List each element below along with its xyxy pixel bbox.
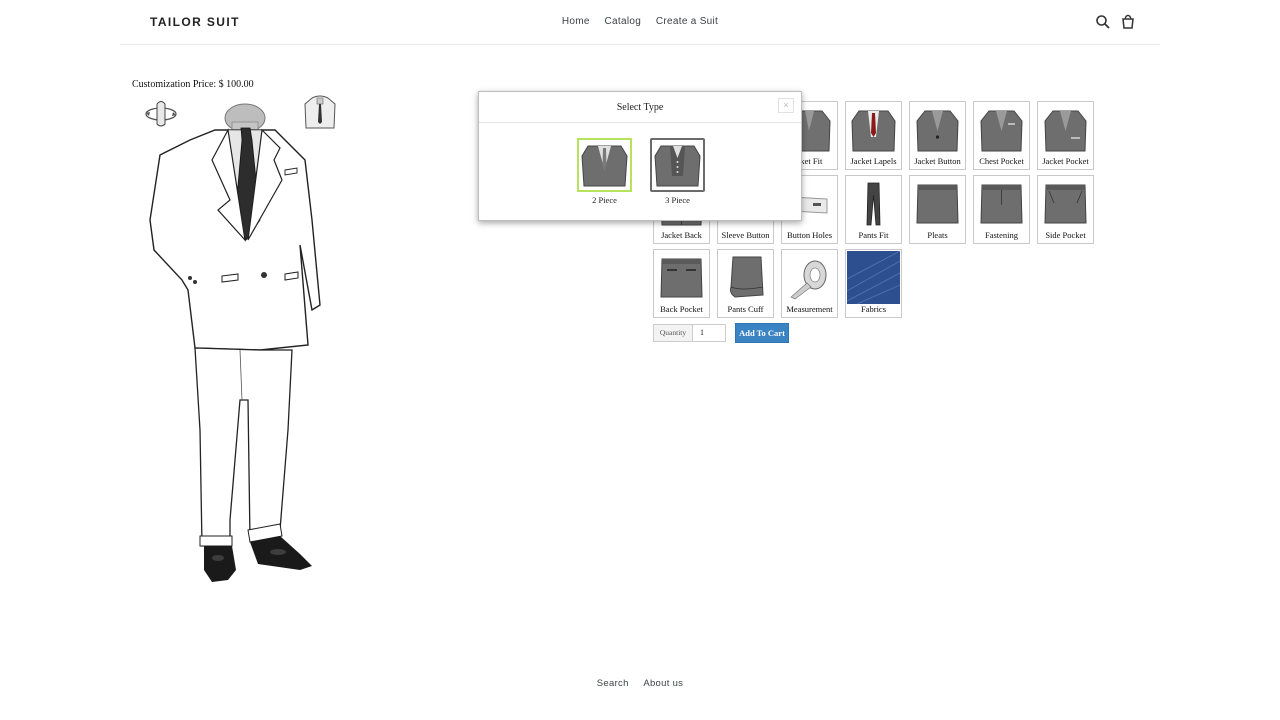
- type-label-2-piece: 2 Piece: [592, 195, 617, 205]
- quantity-input[interactable]: 1: [693, 324, 726, 342]
- option-label: Pants Cuff: [727, 304, 764, 314]
- pleats-icon: [916, 184, 959, 224]
- option-pants-fit[interactable]: Pants Fit: [845, 175, 902, 244]
- three-piece-suit-icon: [654, 145, 701, 187]
- cart-icon[interactable]: [1120, 14, 1136, 30]
- option-label: Measurement: [786, 304, 833, 314]
- pants-fit-icon: [866, 182, 881, 226]
- option-label: Fabrics: [860, 304, 887, 314]
- option-fabrics[interactable]: Fabrics: [845, 249, 902, 318]
- main-nav: Home Catalog Create a Suit: [120, 16, 1160, 27]
- option-label: Fastening: [984, 230, 1019, 240]
- option-label: Jacket Pocket: [1042, 156, 1089, 166]
- option-measurement[interactable]: Measurement: [781, 249, 838, 318]
- two-piece-suit-icon: [581, 145, 628, 187]
- jacket-lapels-icon: [851, 110, 896, 152]
- option-pants-cuff[interactable]: Pants Cuff: [717, 249, 774, 318]
- site-header: TAILOR SUIT Home Catalog Create a Suit: [120, 0, 1160, 45]
- jacket-pocket-icon: [1044, 110, 1087, 152]
- option-label: Side Pocket: [1045, 230, 1086, 240]
- add-to-cart-button[interactable]: Add To Cart: [735, 323, 789, 343]
- footer-link-search[interactable]: Search: [597, 678, 629, 689]
- option-label: Sleeve Button: [721, 230, 770, 240]
- pants-cuff-icon: [730, 256, 764, 298]
- search-icon[interactable]: [1095, 14, 1111, 30]
- side-pocket-icon: [1044, 184, 1087, 224]
- nav-home[interactable]: Home: [562, 16, 590, 27]
- type-label-3-piece: 3 Piece: [665, 195, 690, 205]
- modal-divider: [479, 122, 801, 123]
- option-fastening[interactable]: Fastening: [973, 175, 1030, 244]
- option-label: Back Pocket: [660, 304, 703, 314]
- measuring-tape-icon: [790, 260, 827, 300]
- option-label: Button Holes: [786, 230, 833, 240]
- suit-preview-figure: [149, 103, 321, 582]
- customization-price: Customization Price: $ 100.00: [132, 79, 254, 90]
- option-jacket-button[interactable]: Jacket Button: [909, 101, 966, 170]
- jacket-button-icon: [916, 110, 959, 152]
- option-label: Pleats: [927, 230, 948, 240]
- option-chest-pocket[interactable]: Chest Pocket: [973, 101, 1030, 170]
- footer-link-about[interactable]: About us: [643, 678, 683, 689]
- select-type-modal: Select Type × 2 Piece 3 Piece: [478, 91, 802, 221]
- option-pleats[interactable]: Pleats: [909, 175, 966, 244]
- option-label: Jacket Back: [661, 230, 702, 240]
- option-label: Jacket Button: [914, 156, 961, 166]
- back-pocket-icon: [660, 258, 703, 298]
- option-label: Chest Pocket: [979, 156, 1024, 166]
- option-label: Jacket Lapels: [850, 156, 897, 166]
- option-label: Pants Fit: [858, 230, 889, 240]
- nav-create-suit[interactable]: Create a Suit: [656, 16, 718, 27]
- modal-title: Select Type: [616, 102, 664, 113]
- nav-catalog[interactable]: Catalog: [605, 16, 642, 27]
- quantity-label: Quantity: [653, 324, 693, 342]
- type-option-2-piece[interactable]: [577, 138, 632, 192]
- site-footer: Search About us: [0, 678, 1280, 689]
- option-side-pocket[interactable]: Side Pocket: [1037, 175, 1094, 244]
- type-option-3-piece[interactable]: [650, 138, 705, 192]
- option-back-pocket[interactable]: Back Pocket: [653, 249, 710, 318]
- modal-close-button[interactable]: ×: [778, 98, 794, 113]
- option-jacket-lapels[interactable]: Jacket Lapels: [845, 101, 902, 170]
- fastening-icon: [980, 184, 1023, 224]
- chest-pocket-icon: [980, 110, 1023, 152]
- fabric-swatch-icon: [847, 251, 900, 304]
- option-jacket-pocket[interactable]: Jacket Pocket: [1037, 101, 1094, 170]
